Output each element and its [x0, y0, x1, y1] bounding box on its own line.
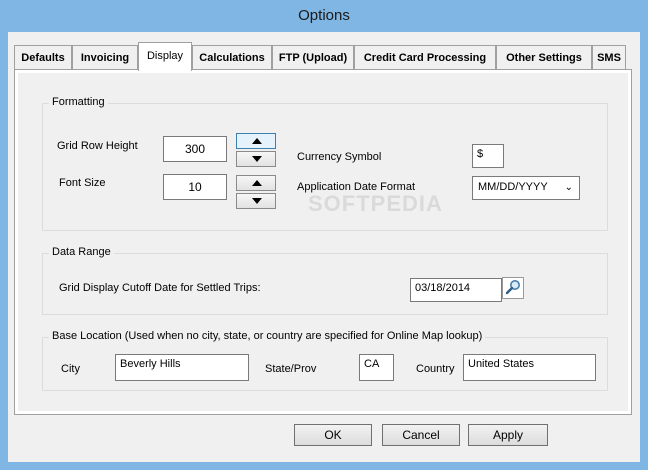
date-format-select[interactable]: MM/DD/YYYY ⌄: [472, 176, 580, 200]
tab-display[interactable]: Display: [138, 42, 192, 71]
font-size-down-button[interactable]: [236, 193, 276, 209]
tab-sms[interactable]: SMS: [592, 45, 626, 70]
state-label: State/Prov: [265, 363, 317, 375]
data-range-group-label: Data Range: [49, 246, 114, 258]
triangle-up-icon: [252, 138, 262, 144]
city-label: City: [61, 363, 80, 375]
tab-other-settings[interactable]: Other Settings: [496, 45, 592, 70]
date-picker-button[interactable]: [502, 277, 524, 299]
tab-calculations[interactable]: Calculations: [192, 45, 272, 70]
grid-row-height-up-button[interactable]: [236, 133, 276, 149]
grid-row-height-label: Grid Row Height: [57, 140, 138, 152]
softpedia-watermark: SOFTPEDIA: [308, 191, 443, 216]
font-size-input[interactable]: 10: [163, 174, 227, 200]
apply-button[interactable]: Apply: [468, 424, 548, 446]
dialog-client-area: Defaults Invoicing Display Calculations …: [8, 32, 640, 462]
display-tab-panel: Formatting Grid Row Height 300 Font Size…: [14, 69, 632, 415]
window-frame-bottom: [0, 462, 648, 470]
window-title: Options: [298, 7, 350, 24]
city-input[interactable]: Beverly Hills: [115, 354, 249, 381]
cutoff-date-label: Grid Display Cutoff Date for Settled Tri…: [59, 282, 261, 294]
tab-invoicing[interactable]: Invoicing: [72, 45, 138, 70]
data-range-group: Data Range Grid Display Cutoff Date for …: [42, 246, 608, 315]
currency-symbol-label: Currency Symbol: [297, 151, 382, 163]
title-bar[interactable]: Options: [0, 0, 648, 32]
tab-ftp-upload[interactable]: FTP (Upload): [272, 45, 354, 70]
font-size-label: Font Size: [59, 177, 106, 189]
country-label: Country: [416, 363, 455, 375]
window-frame-left: [0, 32, 8, 470]
base-location-group: Base Location (Used when no city, state,…: [42, 330, 608, 391]
currency-symbol-input[interactable]: $: [472, 144, 504, 168]
tab-credit-card-processing[interactable]: Credit Card Processing: [354, 45, 496, 70]
window-frame-right: [640, 32, 648, 470]
date-format-selected-value: MM/DD/YYYY: [478, 181, 548, 193]
chevron-down-icon: ⌄: [564, 182, 573, 193]
grid-row-height-spinner: [236, 133, 276, 167]
font-size-spinner: [236, 175, 276, 209]
triangle-up-icon: [252, 180, 262, 186]
grid-row-height-input[interactable]: 300: [163, 136, 227, 162]
state-input[interactable]: CA: [359, 354, 394, 381]
country-input[interactable]: United States: [463, 354, 596, 381]
formatting-group-label: Formatting: [49, 96, 108, 108]
tab-defaults[interactable]: Defaults: [14, 45, 72, 70]
triangle-down-icon: [252, 156, 262, 162]
cutoff-date-input[interactable]: 03/18/2014: [410, 278, 502, 302]
triangle-down-icon: [252, 198, 262, 204]
grid-row-height-down-button[interactable]: [236, 151, 276, 167]
panel-inner: Formatting Grid Row Height 300 Font Size…: [18, 73, 628, 411]
ok-button[interactable]: OK: [294, 424, 372, 446]
base-location-group-label: Base Location (Used when no city, state,…: [49, 330, 486, 342]
font-size-up-button[interactable]: [236, 175, 276, 191]
cancel-button[interactable]: Cancel: [382, 424, 460, 446]
magnifier-icon: [505, 280, 520, 295]
